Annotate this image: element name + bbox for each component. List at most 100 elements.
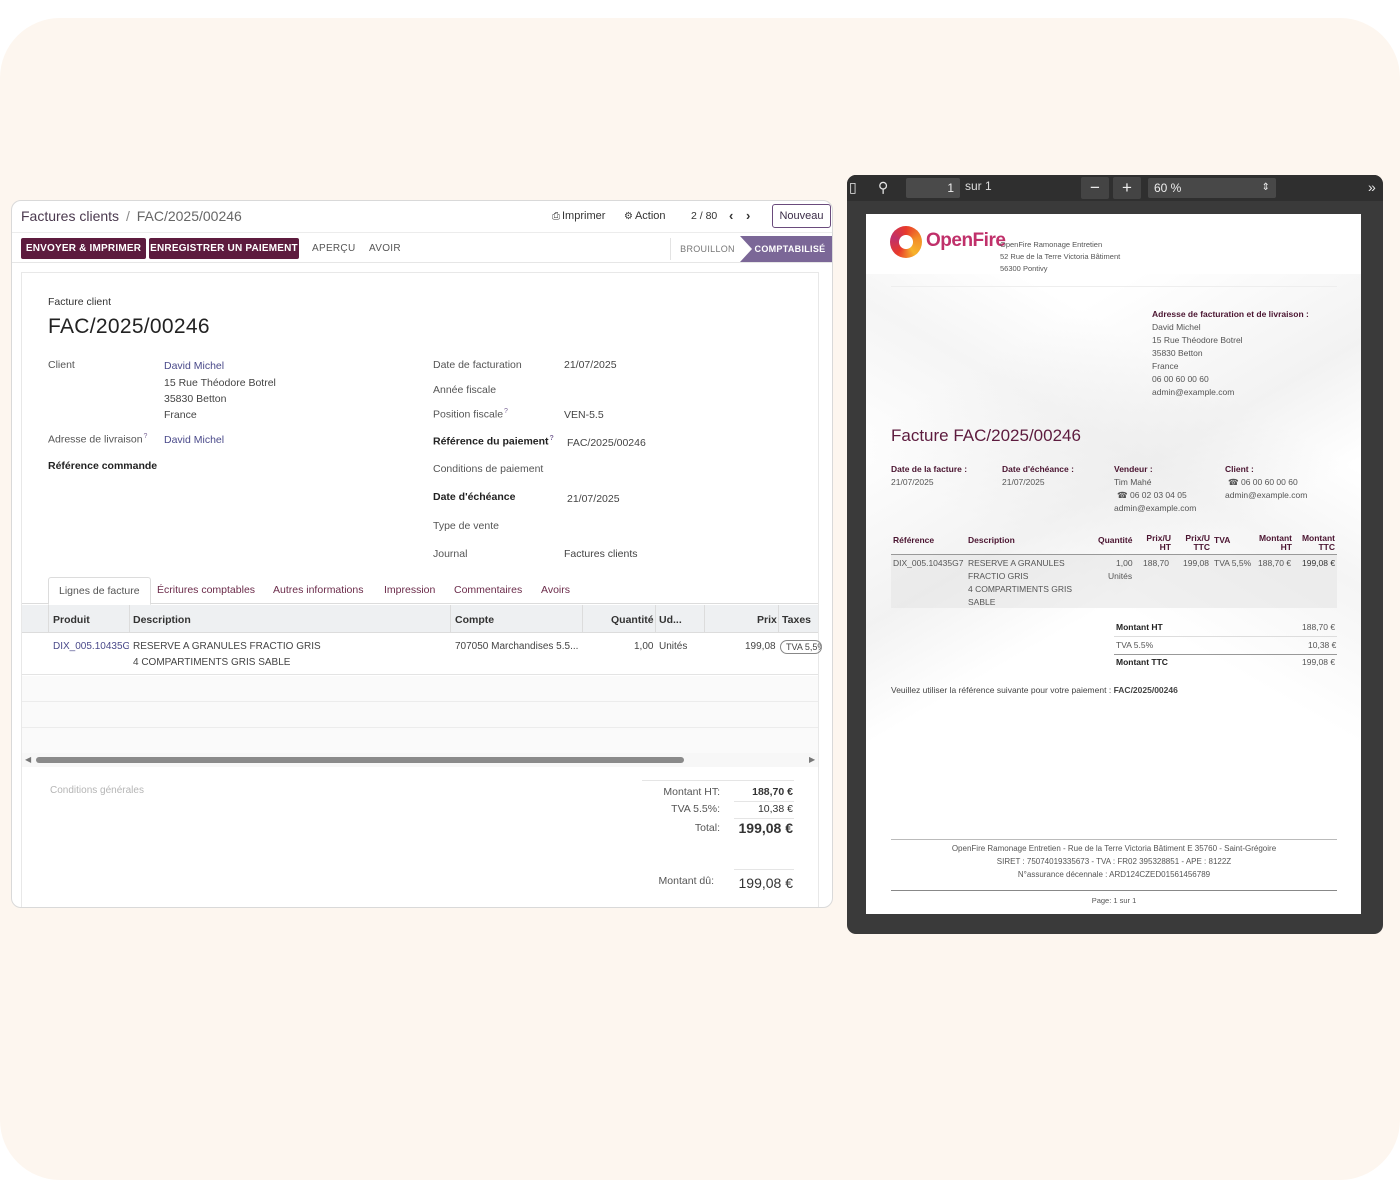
stage-draft[interactable]: BROUILLON	[670, 238, 744, 260]
tab-invoice-lines[interactable]: Lignes de facture	[48, 577, 151, 605]
seller-label: Vendeur :	[1114, 464, 1153, 474]
sidebar-toggle-icon[interactable]: ▯	[849, 179, 857, 196]
column-description[interactable]: Description	[133, 614, 191, 626]
due-date-label: Date d'échéance :	[1002, 464, 1074, 474]
line-uom[interactable]: Unités	[659, 641, 687, 652]
due-date-label: Date d'échéance	[433, 491, 516, 503]
horizontal-scrollbar[interactable]: ◀ ▶	[22, 753, 818, 767]
line-product[interactable]: DIX_005.10435G7	[53, 641, 129, 652]
pdf-line-desc-4: SABLE	[968, 597, 996, 607]
gear-icon: ⚙	[624, 211, 633, 222]
zoom-in-button[interactable]: +	[1113, 177, 1141, 199]
tab-comments[interactable]: Commentaires	[454, 584, 522, 596]
pdf-line-tva: TVA 5,5%	[1214, 558, 1252, 568]
total-value: 199,08 €	[738, 820, 794, 836]
due-date-field[interactable]: 21/07/2025	[567, 493, 620, 505]
subtotal-label: Montant HT:	[663, 786, 720, 798]
print-button[interactable]: ⎙ Imprimer	[552, 210, 605, 222]
pager-value[interactable]: 2 / 80	[691, 210, 717, 222]
tab-journal-items[interactable]: Écritures comptables	[157, 584, 255, 596]
line-price[interactable]: 199,08	[745, 641, 776, 652]
phone-icon: ☎	[1117, 490, 1128, 500]
credit-note-button[interactable]: AVOIR	[369, 243, 401, 254]
action-button[interactable]: ⚙ Action	[624, 210, 666, 222]
preview-button[interactable]: APERÇU	[312, 243, 355, 254]
pdf-col-amount-ht: Montant HT	[1258, 533, 1292, 552]
pdf-line-ref: DIX_005.10435G7	[893, 558, 964, 568]
openfire-logo-icon	[890, 226, 922, 258]
column-taxes[interactable]: Taxes	[782, 614, 811, 626]
address-name: David Michel	[1152, 322, 1201, 332]
stage-posted[interactable]: COMPTABILISÉ	[740, 236, 832, 262]
empty-row	[22, 702, 818, 728]
zoom-select[interactable]: 60 % ⇕	[1148, 178, 1276, 198]
invoice-title: Facture FAC/2025/00246	[891, 426, 1081, 445]
tab-other-info[interactable]: Autres informations	[273, 584, 363, 596]
pdf-col-amount-ttc: Montant TTC	[1301, 533, 1335, 552]
payment-reference-field[interactable]: FAC/2025/00246	[567, 437, 646, 449]
line-description-2: 4 COMPARTIMENTS GRIS SABLE	[133, 657, 291, 668]
breadcrumb-parent[interactable]: Factures clients	[21, 208, 119, 224]
phone-icon: ☎	[1228, 477, 1239, 487]
column-divider	[450, 605, 451, 633]
search-icon[interactable]: ⚲	[878, 179, 888, 196]
totals-divider	[642, 780, 794, 781]
column-divider	[778, 605, 779, 633]
line-quantity[interactable]: 1,00	[634, 641, 653, 652]
pdf-line-desc-2: FRACTIO GRIS	[968, 571, 1029, 581]
pdf-line-desc-1: RESERVE A GRANULES	[968, 558, 1065, 568]
zoom-out-button[interactable]: −	[1081, 177, 1109, 199]
totals-divider	[1114, 654, 1337, 655]
company-street: 52 Rue de la Terre Victoria Bâtiment	[1000, 252, 1121, 261]
breadcrumb-current: FAC/2025/00246	[136, 208, 242, 224]
client-phone: ☎ 06 00 60 00 60	[1228, 477, 1298, 487]
column-uom[interactable]: Ud...	[659, 614, 682, 626]
line-tax-badge[interactable]: TVA 5,5%	[780, 640, 822, 654]
more-tools-icon[interactable]: »	[1368, 179, 1376, 195]
table-row[interactable]: DIX_005.10435G7 RESERVE A GRANULES FRACT…	[22, 633, 822, 675]
notebook-tabs: Lignes de facture Écritures comptables A…	[22, 577, 818, 605]
pdf-line-qty: 1,00	[1116, 558, 1133, 568]
column-product[interactable]: Produit	[53, 614, 90, 626]
line-account[interactable]: 707050 Marchandises 5.5...	[455, 641, 578, 652]
invoice-date-field[interactable]: 21/07/2025	[564, 359, 617, 371]
control-panel: Factures clients / FAC/2025/00246 ⎙ Impri…	[12, 201, 832, 233]
page-count: sur 1	[965, 179, 992, 193]
footer-line-1: OpenFire Ramonage Entretien - Rue de la …	[951, 844, 1277, 853]
invoice-date-label: Date de facturation	[433, 359, 522, 371]
scroll-left-icon[interactable]: ◀	[25, 755, 31, 764]
amount-due-value: 199,08 €	[738, 875, 794, 891]
column-divider	[48, 605, 49, 633]
tax-value: 10,38 €	[757, 803, 793, 815]
pager-next-icon[interactable]: ›	[746, 208, 750, 223]
status-bar: ENVOYER & IMPRIMER ENREGISTRER UN PAIEME…	[12, 234, 832, 263]
fiscal-position-label: Position fiscale?	[433, 408, 508, 421]
send-print-button[interactable]: ENVOYER & IMPRIMER	[21, 238, 146, 259]
register-payment-button[interactable]: ENREGISTRER UN PAIEMENT	[149, 238, 299, 259]
journal-field[interactable]: Factures clients	[564, 548, 638, 560]
pdf-total-tva: 10,38 €	[1308, 640, 1337, 650]
terms-conditions-field[interactable]: Conditions générales	[50, 785, 144, 796]
scroll-right-icon[interactable]: ▶	[809, 755, 815, 764]
pdf-col-reference: Référence	[893, 535, 935, 545]
column-account[interactable]: Compte	[455, 614, 494, 626]
journal-label: Journal	[433, 548, 468, 560]
column-quantity[interactable]: Quantité	[611, 614, 654, 626]
page-number-input[interactable]: 1	[906, 178, 960, 198]
client-street: 15 Rue Théodore Botrel	[164, 377, 276, 389]
tab-credit-notes[interactable]: Avoirs	[541, 584, 570, 596]
totals-divider	[734, 869, 794, 870]
new-button[interactable]: Nouveau	[772, 204, 831, 228]
delivery-address-field[interactable]: David Michel	[164, 434, 224, 446]
fiscal-position-field[interactable]: VEN-5.5	[564, 409, 604, 421]
column-price[interactable]: Prix	[757, 614, 777, 626]
client-name[interactable]: David Michel	[164, 360, 224, 372]
totals-divider	[1114, 636, 1337, 637]
company-name: OpenFire Ramonage Entretien	[1000, 240, 1103, 249]
order-reference-label: Référence commande	[48, 460, 158, 472]
pdf-col-unit-price-ttc: Prix/U TTC	[1185, 533, 1210, 552]
pager-previous-icon[interactable]: ‹	[729, 208, 733, 223]
scrollbar-thumb[interactable]	[36, 757, 684, 763]
tab-printing[interactable]: Impression	[384, 584, 435, 596]
lines-table-header: Produit Description Compte Quantité Ud..…	[22, 605, 818, 633]
